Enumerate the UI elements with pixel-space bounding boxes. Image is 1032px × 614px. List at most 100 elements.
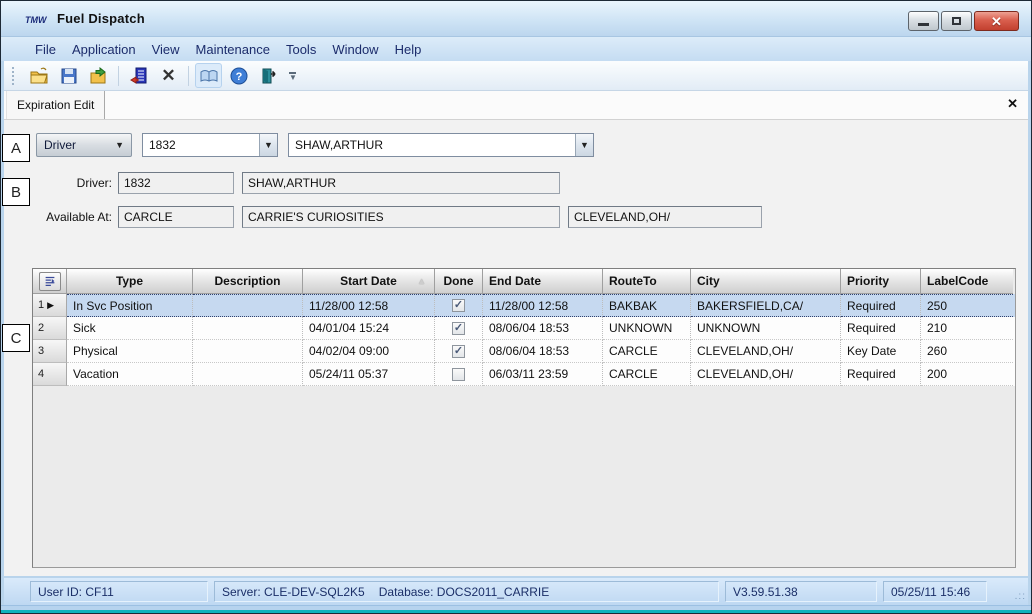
cell-done[interactable] (435, 340, 483, 363)
exit-door-icon (259, 66, 279, 86)
cell-priority[interactable]: Required (841, 317, 921, 340)
cell-description[interactable] (193, 363, 303, 386)
cell-description[interactable] (193, 317, 303, 340)
cell-routeto[interactable]: UNKNOWN (603, 317, 691, 340)
cell-city[interactable]: UNKNOWN (691, 317, 841, 340)
cell-done[interactable] (435, 363, 483, 386)
cell-routeto[interactable]: CARCLE (603, 363, 691, 386)
help-icon: ? (229, 66, 249, 86)
restore-icon (952, 17, 961, 25)
column-header-start-date[interactable]: Start Date ▲ (303, 269, 435, 294)
cell-labelcode[interactable]: 200 (921, 363, 1013, 386)
cell-end-date[interactable]: 06/03/11 23:59 (483, 363, 603, 386)
save-button[interactable] (55, 63, 82, 88)
cell-type[interactable]: Sick (67, 317, 193, 340)
done-checkbox[interactable] (452, 368, 465, 381)
cell-priority[interactable]: Required (841, 294, 921, 317)
cell-labelcode[interactable]: 260 (921, 340, 1013, 363)
cell-routeto[interactable]: BAKBAK (603, 294, 691, 317)
row-header-4[interactable]: 4 (33, 363, 67, 386)
cell-end-date[interactable]: 11/28/00 12:58 (483, 294, 603, 317)
column-header-done[interactable]: Done (435, 269, 483, 294)
cell-labelcode[interactable]: 210 (921, 317, 1013, 340)
tab-expiration-edit[interactable]: Expiration Edit (6, 91, 105, 119)
row-header-2[interactable]: 2 (33, 317, 67, 340)
cell-priority[interactable]: Required (841, 363, 921, 386)
menu-file[interactable]: File (27, 40, 64, 59)
exit-button[interactable] (255, 63, 282, 88)
lookup-name-combo[interactable]: SHAW,ARTHUR ▼ (288, 133, 594, 157)
lookup-id-dropdown-button[interactable]: ▼ (259, 134, 277, 156)
cell-labelcode[interactable]: 250 (921, 294, 1013, 317)
menu-tools[interactable]: Tools (278, 40, 324, 59)
status-server-database: Server: CLE-DEV-SQL2K5 Database: DOCS201… (214, 581, 719, 602)
cell-done[interactable] (435, 317, 483, 340)
menu-application[interactable]: Application (64, 40, 144, 59)
help-book-button[interactable] (195, 63, 222, 88)
available-at-id-field[interactable]: CARCLE (118, 206, 234, 228)
menu-view[interactable]: View (144, 40, 188, 59)
done-checkbox[interactable] (452, 299, 465, 312)
close-form-button[interactable] (85, 63, 112, 88)
field-chooser-icon (43, 274, 57, 288)
menu-maintenance[interactable]: Maintenance (188, 40, 278, 59)
cell-priority[interactable]: Key Date (841, 340, 921, 363)
driver-name-field[interactable]: SHAW,ARTHUR (242, 172, 560, 194)
driver-id-field[interactable]: 1832 (118, 172, 234, 194)
cell-start-date[interactable]: 11/28/00 12:58 (303, 294, 435, 317)
lookup-id-combo[interactable]: 1832 ▼ (142, 133, 278, 157)
column-header-description[interactable]: Description (193, 269, 303, 294)
field-chooser-button[interactable] (39, 272, 61, 291)
cell-type[interactable]: Vacation (67, 363, 193, 386)
column-header-routeto[interactable]: RouteTo (603, 269, 691, 294)
cell-city[interactable]: CLEVELAND,OH/ (691, 363, 841, 386)
available-at-name-field[interactable]: CARRIE'S CURIOSITIES (242, 206, 560, 228)
cell-description[interactable] (193, 340, 303, 363)
restore-button[interactable] (941, 11, 972, 31)
chevron-down-icon: ▼ (289, 75, 297, 80)
tab-close-icon[interactable]: ✕ (1007, 96, 1018, 112)
cell-type[interactable]: In Svc Position (67, 294, 193, 317)
close-button[interactable]: ✕ (974, 11, 1019, 31)
cell-start-date[interactable]: 05/24/11 05:37 (303, 363, 435, 386)
grid-row-2[interactable]: 2 Sick 04/01/04 15:24 08/06/04 18:53 UNK… (33, 317, 1015, 340)
column-header-type[interactable]: Type (67, 269, 193, 294)
cell-type[interactable]: Physical (67, 340, 193, 363)
toolbar-grip[interactable] (12, 67, 16, 85)
done-checkbox[interactable] (452, 345, 465, 358)
report-button[interactable] (125, 63, 152, 88)
cell-description[interactable] (193, 294, 303, 317)
minimize-button[interactable] (908, 11, 939, 31)
grid-row-3[interactable]: 3 Physical 04/02/04 09:00 08/06/04 18:53… (33, 340, 1015, 363)
row-header-1[interactable]: 1▶ (33, 294, 67, 317)
cell-city[interactable]: BAKERSFIELD,CA/ (691, 294, 841, 317)
done-checkbox[interactable] (452, 322, 465, 335)
resize-grip[interactable]: .:: (1015, 591, 1026, 602)
lookup-name-dropdown-button[interactable]: ▼ (575, 134, 593, 156)
open-button[interactable] (25, 63, 52, 88)
cell-start-date[interactable]: 04/01/04 15:24 (303, 317, 435, 340)
cell-start-date[interactable]: 04/02/04 09:00 (303, 340, 435, 363)
row-header-3[interactable]: 3 (33, 340, 67, 363)
grid-row-1[interactable]: 1▶ In Svc Position 11/28/00 12:58 11/28/… (33, 294, 1015, 317)
column-header-end-date[interactable]: End Date (483, 269, 603, 294)
title-bar[interactable]: TMW Fuel Dispatch ✕ (1, 1, 1031, 37)
cell-routeto[interactable]: CARCLE (603, 340, 691, 363)
column-header-priority[interactable]: Priority (841, 269, 921, 294)
delete-button[interactable]: ✕ (155, 63, 182, 88)
folder-exit-icon (88, 65, 110, 87)
column-header-city[interactable]: City (691, 269, 841, 294)
menu-help[interactable]: Help (387, 40, 430, 59)
grid-row-4[interactable]: 4 Vacation 05/24/11 05:37 06/03/11 23:59… (33, 363, 1015, 386)
lookup-name-value: SHAW,ARTHUR (289, 138, 575, 152)
column-header-labelcode[interactable]: LabelCode (921, 269, 1013, 294)
available-at-city-field[interactable]: CLEVELAND,OH/ (568, 206, 762, 228)
cell-end-date[interactable]: 08/06/04 18:53 (483, 317, 603, 340)
toolbar-overflow-button[interactable]: ▼ (289, 72, 297, 80)
menu-window[interactable]: Window (324, 40, 386, 59)
cell-end-date[interactable]: 08/06/04 18:53 (483, 340, 603, 363)
lookup-category-select[interactable]: Driver ▼ (36, 133, 132, 157)
cell-city[interactable]: CLEVELAND,OH/ (691, 340, 841, 363)
cell-done[interactable] (435, 294, 483, 317)
help-button[interactable]: ? (225, 63, 252, 88)
